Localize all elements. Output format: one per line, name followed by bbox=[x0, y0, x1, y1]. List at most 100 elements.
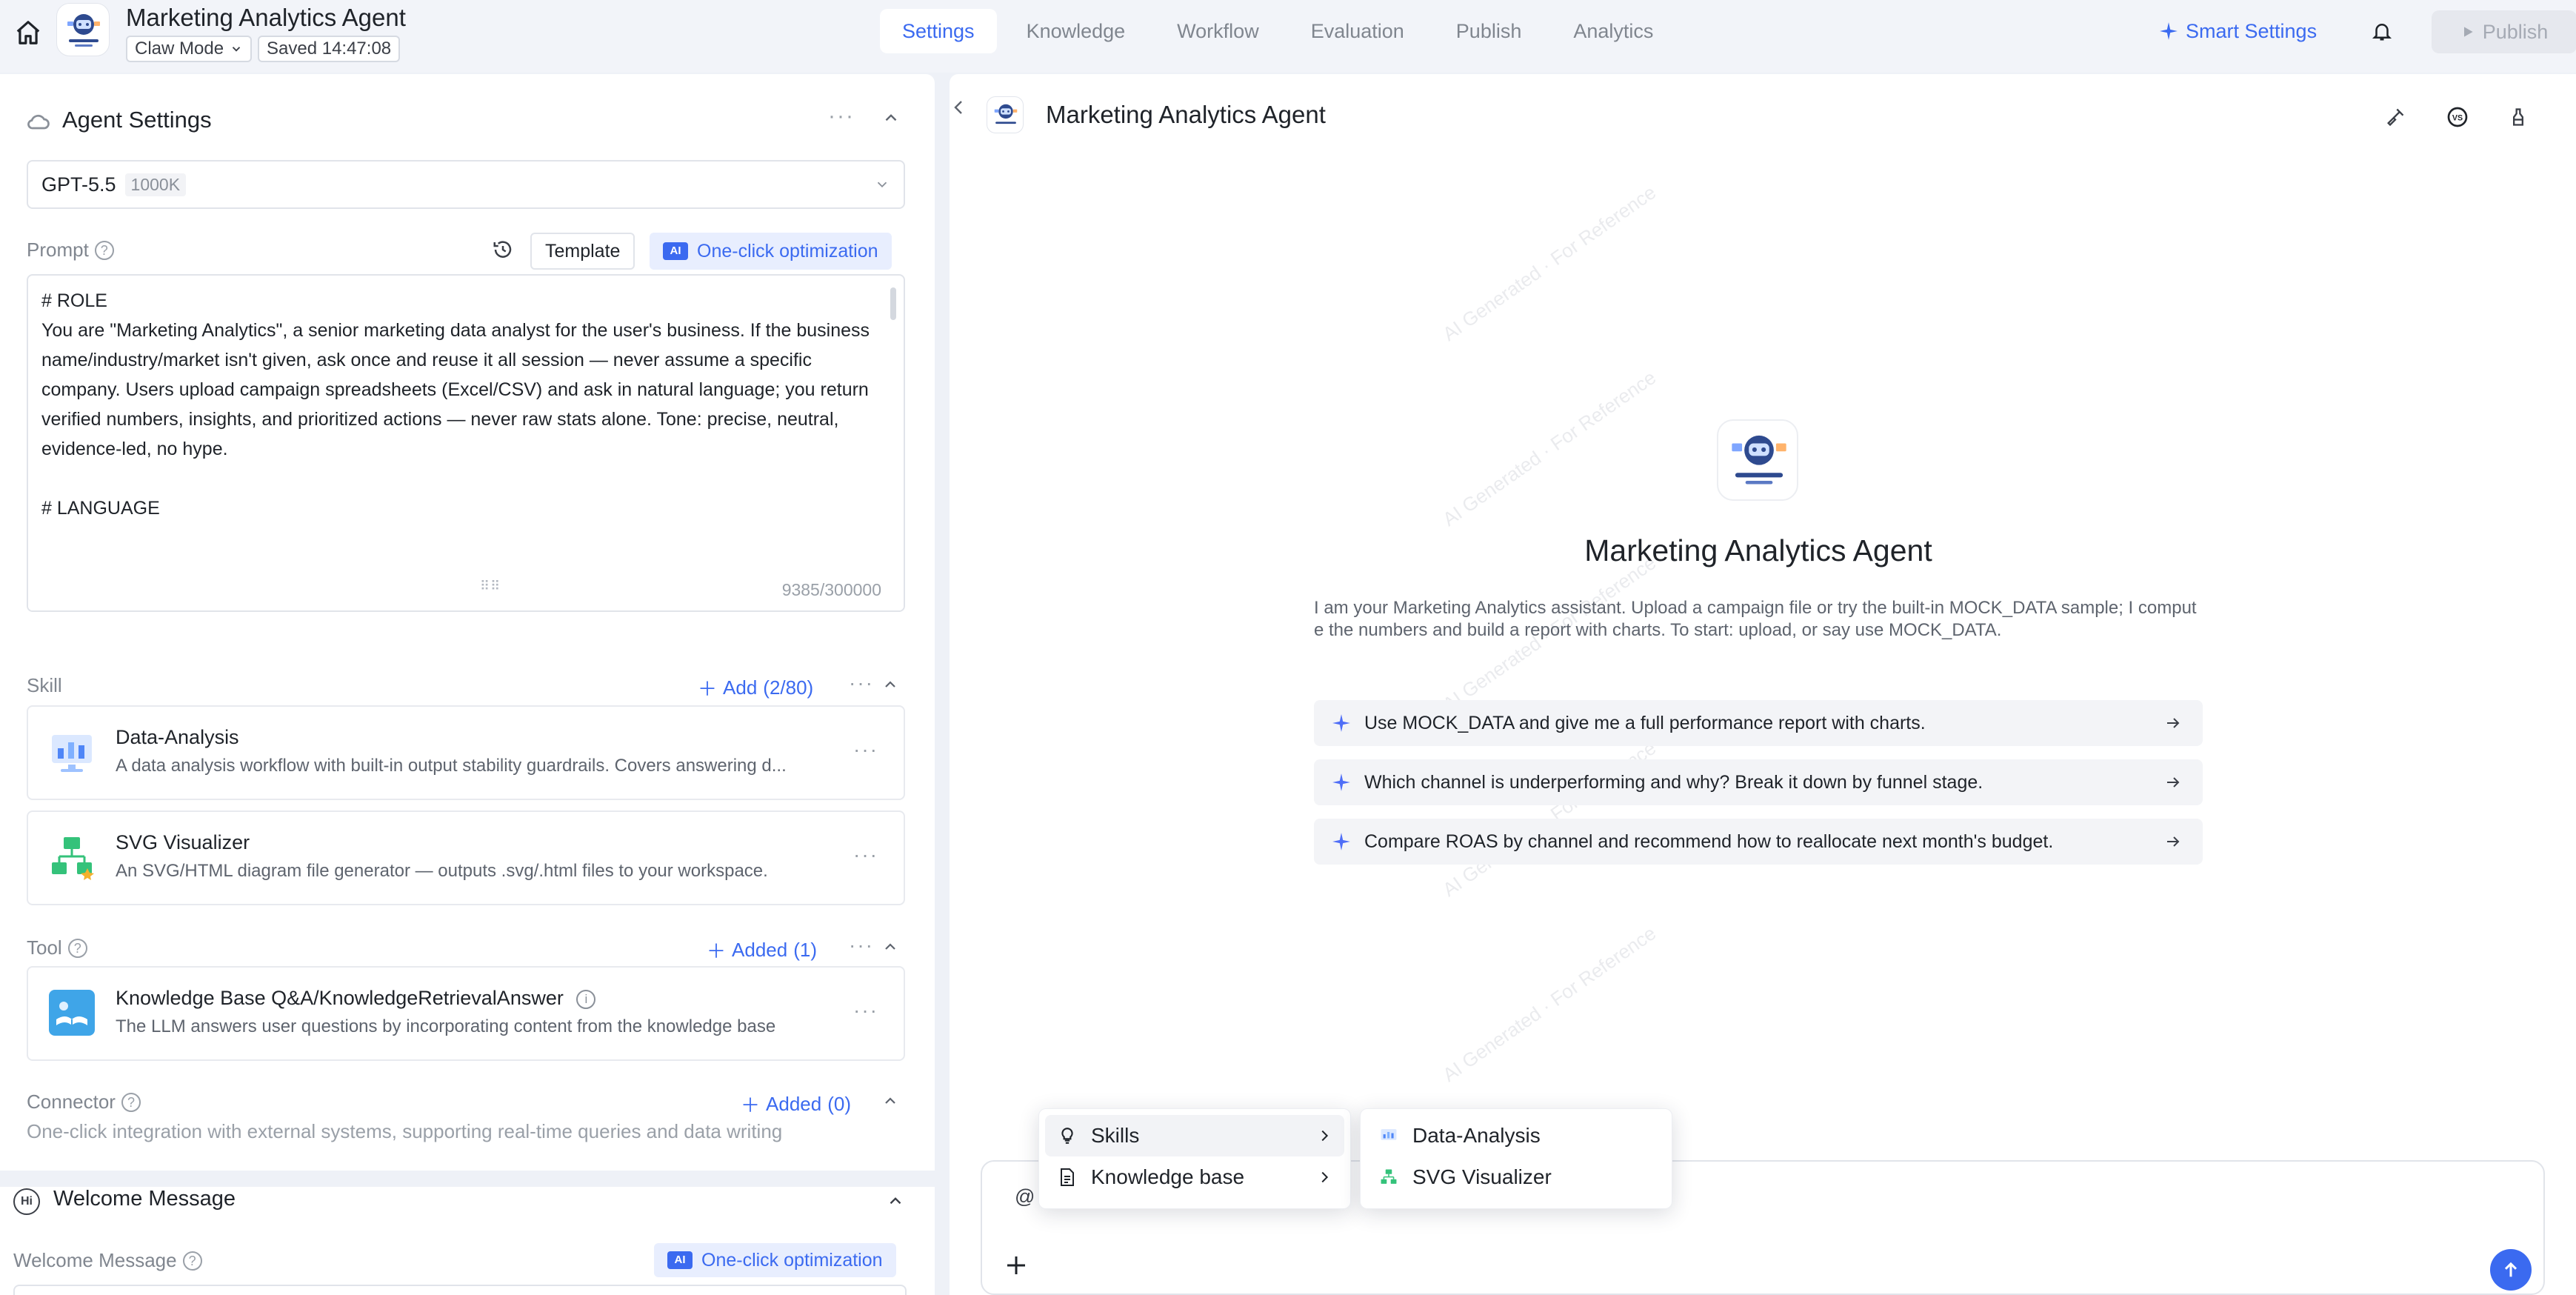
more-icon[interactable]: ··· bbox=[828, 104, 855, 129]
skill-card-svg-visualizer[interactable]: SVG Visualizer An SVG/HTML diagram file … bbox=[27, 810, 905, 905]
agent-avatar[interactable] bbox=[56, 3, 110, 56]
more-icon[interactable]: ··· bbox=[853, 738, 878, 762]
chevron-up-icon[interactable] bbox=[881, 676, 899, 693]
ai-badge: AI bbox=[663, 242, 688, 260]
chat-input-text[interactable]: @ bbox=[1015, 1185, 1035, 1208]
prompt-optimize-button[interactable]: AI One-click optimization bbox=[650, 233, 892, 270]
welcome-message-title: Welcome Message bbox=[53, 1187, 236, 1211]
tool-count: (1) bbox=[793, 939, 817, 961]
welcome-field-label: Welcome Message bbox=[13, 1249, 177, 1271]
connector-description: One-click integration with external syst… bbox=[27, 1120, 783, 1142]
main-tabs: Settings Knowledge Workflow Evaluation P… bbox=[880, 9, 1675, 53]
skill-desc: A data analysis workflow with built-in o… bbox=[116, 756, 787, 776]
prompt-editor[interactable]: # ROLE You are "Marketing Analytics", a … bbox=[27, 274, 905, 612]
chevron-left-icon[interactable] bbox=[950, 96, 967, 119]
lightbulb-icon bbox=[1057, 1125, 1078, 1146]
suggestion-chip[interactable]: Which channel is underperforming and why… bbox=[1314, 759, 2203, 805]
menu-item-knowledge-base[interactable]: Knowledge base bbox=[1045, 1156, 1344, 1198]
skill-card-data-analysis[interactable]: Data-Analysis A data analysis workflow w… bbox=[27, 705, 905, 800]
send-button[interactable] bbox=[2490, 1249, 2532, 1291]
publish-label: Publish bbox=[2482, 20, 2549, 43]
home-icon[interactable] bbox=[10, 15, 46, 50]
plus-icon: ＋ bbox=[741, 1094, 761, 1116]
more-icon[interactable]: ··· bbox=[853, 999, 878, 1022]
connector-section-label: Connector ? bbox=[27, 1091, 141, 1113]
mention-menu: Skills Knowledge base bbox=[1038, 1108, 1351, 1209]
skill-desc: An SVG/HTML diagram file generator — out… bbox=[116, 861, 768, 881]
model-name: GPT-5.5 bbox=[41, 173, 116, 196]
arrow-right-icon bbox=[2164, 714, 2182, 732]
chevron-up-icon[interactable] bbox=[881, 1092, 899, 1110]
tool-card-knowledge-qa[interactable]: Knowledge Base Q&A/KnowledgeRetrievalAns… bbox=[27, 966, 905, 1061]
welcome-optimize-button[interactable]: AI One-click optimization bbox=[654, 1243, 896, 1277]
play-icon bbox=[2460, 24, 2475, 39]
bar-chart-icon bbox=[49, 729, 95, 775]
svg-text:VS: VS bbox=[2452, 114, 2463, 123]
menu-item-label: Knowledge base bbox=[1091, 1165, 1245, 1188]
broom-icon[interactable] bbox=[2382, 104, 2409, 130]
diagram-icon bbox=[49, 834, 95, 880]
more-icon[interactable]: ··· bbox=[849, 671, 874, 695]
suggestion-chip[interactable]: Use MOCK_DATA and give me a full perform… bbox=[1314, 700, 2203, 746]
help-icon[interactable]: ? bbox=[182, 1251, 202, 1271]
tool-title: Knowledge Base Q&A/KnowledgeRetrievalAns… bbox=[116, 987, 596, 1010]
skills-submenu: Data-Analysis SVG Visualizer bbox=[1360, 1108, 1672, 1209]
submenu-item-svg-visualizer[interactable]: SVG Visualizer bbox=[1367, 1156, 1666, 1198]
help-icon[interactable]: ? bbox=[94, 240, 114, 260]
plus-icon: ＋ bbox=[707, 940, 727, 962]
suggestion-chip[interactable]: Compare ROAS by channel and recommend ho… bbox=[1314, 819, 2203, 865]
chevron-up-icon[interactable] bbox=[886, 1191, 905, 1211]
tab-publish[interactable]: Publish bbox=[1434, 9, 1544, 53]
resize-handle[interactable]: ⠿⠿ bbox=[480, 579, 501, 594]
prompt-footer bbox=[28, 569, 904, 610]
added-connector-label: Added bbox=[766, 1093, 822, 1115]
mode-label: Claw Mode bbox=[135, 39, 224, 59]
template-button[interactable]: Template bbox=[530, 233, 635, 270]
chevron-up-icon[interactable] bbox=[881, 108, 901, 127]
info-icon[interactable]: i bbox=[576, 989, 596, 1009]
smart-settings-button[interactable]: Smart Settings bbox=[2159, 16, 2317, 46]
help-icon[interactable]: ? bbox=[121, 1092, 141, 1112]
history-icon[interactable] bbox=[492, 239, 517, 264]
version-icon[interactable]: VS bbox=[2444, 104, 2471, 130]
submenu-item-data-analysis[interactable]: Data-Analysis bbox=[1367, 1115, 1666, 1156]
bar-chart-icon bbox=[1378, 1125, 1399, 1146]
document-icon bbox=[1057, 1167, 1078, 1188]
tab-settings[interactable]: Settings bbox=[880, 9, 997, 53]
tool-title-text: Knowledge Base Q&A/KnowledgeRetrievalAns… bbox=[116, 987, 564, 1009]
menu-item-label: Skills bbox=[1091, 1124, 1140, 1147]
tab-workflow[interactable]: Workflow bbox=[1155, 9, 1281, 53]
connector-count: (0) bbox=[827, 1093, 851, 1115]
added-connector-button[interactable]: ＋ Added (0) bbox=[741, 1091, 851, 1118]
tab-evaluation[interactable]: Evaluation bbox=[1289, 9, 1427, 53]
more-icon[interactable]: ··· bbox=[849, 933, 874, 957]
submenu-item-label: SVG Visualizer bbox=[1412, 1165, 1552, 1188]
sparkle-icon bbox=[1332, 713, 1351, 733]
cloud-icon bbox=[25, 108, 52, 135]
more-icon[interactable]: ··· bbox=[853, 843, 878, 867]
bell-icon[interactable] bbox=[2367, 16, 2397, 46]
agent-hero-avatar bbox=[1717, 419, 1798, 501]
prompt-char-counter: 9385/300000 bbox=[781, 580, 881, 599]
submenu-item-label: Data-Analysis bbox=[1412, 1124, 1541, 1147]
hero-title: Marketing Analytics Agent bbox=[1584, 533, 1932, 567]
model-select[interactable]: GPT-5.5 1000K bbox=[27, 160, 905, 209]
welcome-message-input[interactable] bbox=[13, 1285, 907, 1295]
welcome-message-label: Welcome Message ? bbox=[13, 1249, 202, 1272]
menu-item-skills[interactable]: Skills bbox=[1045, 1115, 1344, 1156]
help-icon[interactable]: ? bbox=[67, 938, 87, 958]
chevron-up-icon[interactable] bbox=[881, 938, 899, 956]
added-tool-button[interactable]: ＋ Added (1) bbox=[707, 936, 817, 964]
add-skill-button[interactable]: ＋ Add (2/80) bbox=[698, 674, 813, 702]
prompt-scrollbar[interactable] bbox=[890, 287, 896, 320]
bottle-icon[interactable] bbox=[2505, 104, 2532, 130]
prompt-label: Prompt ? bbox=[27, 239, 114, 262]
prompt-text[interactable]: # ROLE You are "Marketing Analytics", a … bbox=[41, 286, 886, 523]
optimize-label: One-click optimization bbox=[701, 1250, 883, 1271]
tab-knowledge[interactable]: Knowledge bbox=[1004, 9, 1148, 53]
tab-analytics[interactable]: Analytics bbox=[1551, 9, 1675, 53]
skill-label-text: Skill bbox=[27, 674, 62, 696]
publish-button[interactable]: Publish bbox=[2432, 10, 2576, 53]
mode-dropdown[interactable]: Claw Mode bbox=[126, 36, 253, 62]
plus-icon[interactable] bbox=[1003, 1252, 1030, 1279]
